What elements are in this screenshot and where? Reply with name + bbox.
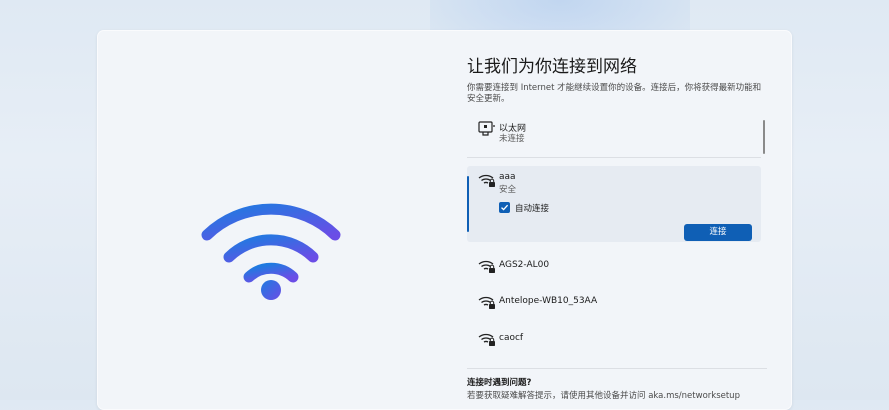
connect-button[interactable]: 连接	[684, 224, 752, 241]
divider	[467, 368, 767, 369]
ethernet-icon	[478, 121, 495, 136]
network-name: AGS2-AL00	[499, 260, 550, 270]
checkmark-icon	[501, 204, 509, 211]
auto-connect-checkbox[interactable]	[499, 202, 510, 213]
auto-connect-label: 自动连接	[515, 204, 550, 214]
network-name: aaa	[499, 172, 516, 182]
help-text: 若要获取疑难解答提示，请使用其他设备并访问 aka.ms/networksetu…	[467, 391, 740, 401]
wifi-secure-icon	[478, 174, 495, 187]
network-item[interactable]: AGS2-AL00	[467, 250, 761, 280]
wifi-secure-icon	[478, 260, 495, 273]
setup-card: 让我们为你连接到网络 你需要连接到 Internet 才能继续设置你的设备。连接…	[97, 30, 792, 410]
network-status: 安全	[499, 185, 517, 195]
network-item[interactable]: caocf	[467, 323, 761, 353]
page-title: 让我们为你连接到网络	[467, 57, 637, 77]
network-name: Antelope-WB10_53AA	[499, 296, 598, 306]
wifi-secure-icon	[478, 296, 495, 309]
wifi-secure-icon	[478, 333, 495, 346]
network-item-aaa[interactable]: aaa 安全 自动连接 连接	[467, 166, 761, 242]
divider	[467, 157, 761, 158]
scrollbar[interactable]	[763, 120, 765, 154]
network-name: caocf	[499, 333, 524, 343]
network-item-ethernet[interactable]: 以太网 未连接	[467, 114, 761, 158]
page-subtitle: 你需要连接到 Internet 才能继续设置你的设备。连接后，你将获得最新功能和…	[467, 83, 762, 104]
help-title: 连接时遇到问题?	[467, 378, 532, 388]
network-item[interactable]: Antelope-WB10_53AA	[467, 286, 761, 316]
network-panel: 让我们为你连接到网络 你需要连接到 Internet 才能继续设置你的设备。连接…	[467, 30, 767, 410]
network-list: 以太网 未连接 aaa 安全 自动连接 连接 AGS2-AL00 Antelop…	[467, 114, 767, 370]
network-status: 未连接	[499, 134, 525, 144]
wifi-icon	[201, 203, 341, 300]
